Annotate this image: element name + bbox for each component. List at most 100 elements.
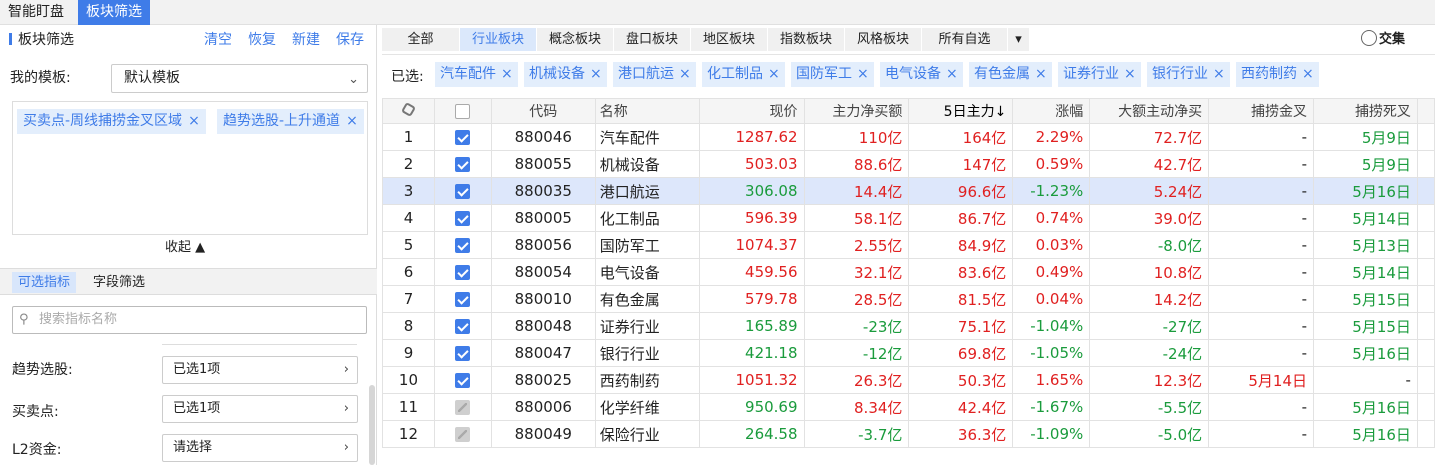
results-panel: 全部 行业板块 概念板块 盘口板块 地区板块 指数板块 风格板块 所有自选 ▾ … <box>382 25 1435 465</box>
intersection-radio[interactable] <box>1361 30 1377 46</box>
row-checkbox-cell[interactable] <box>433 420 492 448</box>
row-checkbox-cell[interactable] <box>433 231 492 259</box>
close-icon[interactable]: × <box>590 66 602 82</box>
checkbox-disabled[interactable] <box>455 400 471 415</box>
close-icon[interactable]: × <box>768 66 780 82</box>
tab-sector-filter[interactable]: 板块筛选 <box>78 0 150 25</box>
cell-name: 电气设备 <box>594 258 700 286</box>
table-header: 代码 名称 现价 主力净买额 5日主力↓ 涨幅 大额主动净买 捕捞金叉 捕捞死叉 <box>382 98 1435 124</box>
divider <box>162 344 357 345</box>
close-icon[interactable]: × <box>1035 66 1047 82</box>
row-checkbox-cell[interactable] <box>433 258 492 286</box>
tab-concept[interactable]: 概念板块 <box>537 28 614 51</box>
close-icon[interactable]: × <box>188 113 200 129</box>
search-placeholder: 搜索指标名称 <box>39 312 118 327</box>
tab-region[interactable]: 地区板块 <box>691 28 768 51</box>
cell-death-cross: 5月16日 <box>1313 420 1418 448</box>
close-icon[interactable]: × <box>1124 66 1136 82</box>
tab-field-filter[interactable]: 字段筛选 <box>87 272 151 293</box>
tab-available-indicators[interactable]: 可选指标 <box>12 272 77 293</box>
checkbox-checked[interactable] <box>455 238 471 253</box>
col-code[interactable]: 代码 <box>490 98 596 124</box>
cell-code: 880046 <box>490 123 596 151</box>
row-checkbox-cell[interactable] <box>433 339 492 367</box>
row-index: 6 <box>382 258 435 286</box>
tab-smart-watch[interactable]: 智能盯盘 <box>0 0 72 25</box>
checkbox-checked[interactable] <box>455 265 471 280</box>
close-icon[interactable]: × <box>346 113 358 129</box>
table-row[interactable]: 12 880049 保险行业 264.58 -3.7亿 36.3亿 -1.09% -5.0亿 -… <box>382 420 1435 448</box>
table-row[interactable]: 1 880046 汽车配件 1287.62 110亿 164亿 2.29% 72.7亿 -5月9… <box>382 123 1435 151</box>
close-icon[interactable]: × <box>946 66 958 82</box>
row-checkbox-cell[interactable] <box>433 123 492 151</box>
trend-filter-select[interactable]: 已选1项 › <box>162 356 358 384</box>
checkbox-disabled[interactable] <box>455 427 471 442</box>
row-checkbox-cell[interactable] <box>433 393 492 421</box>
col-name[interactable]: 名称 <box>594 98 700 124</box>
table-row[interactable]: 8 880048 证券行业 165.89 -23亿 75.1亿 -1.04% -27亿 -5月1… <box>382 312 1435 340</box>
buysell-filter-select[interactable]: 已选1项 › <box>162 395 358 423</box>
col-death-cross[interactable]: 捕捞死叉 <box>1313 98 1418 124</box>
row-checkbox-cell[interactable] <box>433 366 492 394</box>
table-row[interactable]: 11 880006 化学纤维 950.69 8.34亿 42.4亿 -1.67% -5.5亿 -… <box>382 393 1435 421</box>
col-price[interactable]: 现价 <box>698 98 805 124</box>
collapse-button[interactable]: 收起 ▲ <box>165 236 205 255</box>
col-main-net[interactable]: 主力净买额 <box>803 98 910 124</box>
checkbox-checked[interactable] <box>455 157 471 172</box>
row-checkbox-cell[interactable] <box>433 312 492 340</box>
table-row[interactable]: 5 880056 国防军工 1074.37 2.55亿 84.9亿 0.03% -8.0亿 -5… <box>382 231 1435 259</box>
checkbox-checked[interactable] <box>455 346 471 361</box>
clear-button[interactable]: 清空 <box>204 29 232 49</box>
close-icon[interactable]: × <box>1213 66 1225 82</box>
tab-watchlist[interactable]: 所有自选 <box>922 28 1008 51</box>
checkbox-checked[interactable] <box>455 184 471 199</box>
table-row[interactable]: 6 880054 电气设备 459.56 32.1亿 83.6亿 0.49% 10.8亿 -5月… <box>382 258 1435 286</box>
checkbox-checked[interactable] <box>455 319 471 334</box>
checkbox-checked[interactable] <box>455 130 471 145</box>
col-large-net[interactable]: 大额主动净买 <box>1089 98 1210 124</box>
tab-market[interactable]: 盘口板块 <box>614 28 691 51</box>
restore-button[interactable]: 恢复 <box>248 29 276 49</box>
col-5day-main[interactable]: 5日主力↓ <box>908 98 1014 124</box>
gear-icon[interactable] <box>400 101 416 118</box>
table-row[interactable]: 2 880055 机械设备 503.03 88.6亿 147亿 0.59% 42.7亿 -5月9… <box>382 150 1435 178</box>
table-row[interactable]: 4 880005 化工制品 596.39 58.1亿 86.7亿 0.74% 39.0亿 -5月… <box>382 204 1435 232</box>
cell-change: -1.67% <box>1012 393 1091 421</box>
table-row[interactable]: 3 880035 港口航运 306.08 14.4亿 96.6亿 -1.23% 5.24亿 -5… <box>382 177 1435 205</box>
column-settings[interactable] <box>382 98 435 124</box>
col-golden-cross[interactable]: 捕捞金叉 <box>1208 98 1315 124</box>
chevron-right-icon: › <box>343 401 349 416</box>
save-button[interactable]: 保存 <box>336 29 364 49</box>
dropdown-arrow-icon[interactable]: ▾ <box>1008 28 1030 51</box>
row-checkbox-cell[interactable] <box>433 204 492 232</box>
select-all-header[interactable] <box>433 98 492 124</box>
close-icon[interactable]: × <box>1302 66 1314 82</box>
template-select[interactable]: 默认模板 ⌄ <box>111 64 368 93</box>
close-icon[interactable]: × <box>857 66 869 82</box>
checkbox-checked[interactable] <box>455 292 471 307</box>
intersection-label: 交集 <box>1379 32 1406 47</box>
close-icon[interactable]: × <box>501 66 513 82</box>
l2-filter-select[interactable]: 请选择 › <box>162 434 358 462</box>
row-checkbox-cell[interactable] <box>433 285 492 313</box>
col-change[interactable]: 涨幅 <box>1012 98 1091 124</box>
cell-extra <box>1416 285 1435 313</box>
tab-style[interactable]: 风格板块 <box>845 28 922 51</box>
tab-industry[interactable]: 行业板块 <box>460 28 537 51</box>
close-icon[interactable]: × <box>679 66 691 82</box>
table-row[interactable]: 10 880025 西药制药 1051.32 26.3亿 50.3亿 1.65% 12.3亿 5… <box>382 366 1435 394</box>
table-row[interactable]: 7 880010 有色金属 579.78 28.5亿 81.5亿 0.04% 14.2亿 -5月… <box>382 285 1435 313</box>
tab-all[interactable]: 全部 <box>382 28 460 51</box>
row-checkbox-cell[interactable] <box>433 150 492 178</box>
checkbox-checked[interactable] <box>455 373 471 388</box>
search-input[interactable]: ⚲ 搜索指标名称 <box>12 306 367 334</box>
checkbox-checked[interactable] <box>455 211 471 226</box>
row-checkbox-cell[interactable] <box>433 177 492 205</box>
new-button[interactable]: 新建 <box>292 29 320 49</box>
cell-golden-cross: - <box>1208 150 1315 178</box>
cell-price: 950.69 <box>698 393 805 421</box>
table-row[interactable]: 9 880047 银行行业 421.18 -12亿 69.8亿 -1.05% -24亿 -5月1… <box>382 339 1435 367</box>
scrollbar[interactable] <box>369 385 375 465</box>
tab-index[interactable]: 指数板块 <box>768 28 845 51</box>
select-all-checkbox[interactable] <box>455 103 471 119</box>
